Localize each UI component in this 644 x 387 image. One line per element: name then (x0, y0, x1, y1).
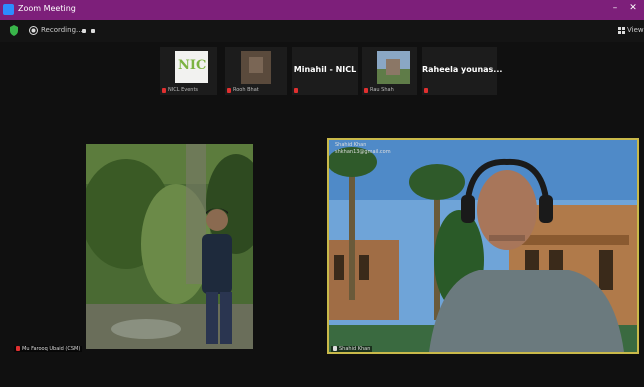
close-icon[interactable]: ✕ (626, 3, 640, 13)
participant-name: Shahid Khan (339, 346, 371, 352)
record-icon (29, 26, 38, 35)
participant-thumbnail (241, 51, 271, 84)
participant-name: Mu Farooq Ubaid (CSM) (22, 346, 81, 352)
speaker-overlay-email: shkhan13@gmail.com (335, 149, 391, 155)
participant-name: Rooh Bhat (233, 87, 259, 93)
speaker-overlay-name: Shahid Khan (335, 142, 367, 148)
grid-view-icon[interactable] (618, 27, 626, 34)
video-feed-image (329, 140, 637, 352)
zoom-app-icon (3, 4, 14, 15)
meeting-toolbar: Recording... View (0, 20, 644, 42)
mic-muted-icon (424, 88, 428, 93)
stop-recording-icon[interactable] (91, 29, 95, 33)
title-bar: Zoom Meeting – ✕ (0, 0, 644, 20)
mic-icon (333, 346, 337, 351)
participant-thumbnail (377, 51, 410, 84)
participant-tile[interactable]: Rooh Bhat (225, 47, 287, 95)
video-feed-image (86, 144, 253, 349)
participant-name: NICL Events (168, 87, 199, 93)
participant-label-left: Mu Farooq Ubaid (CSM) (14, 346, 83, 352)
recording-status[interactable]: Recording... (41, 26, 83, 34)
mic-muted-icon (364, 88, 368, 93)
view-button[interactable]: View (627, 26, 644, 34)
mic-muted-icon (294, 88, 298, 93)
participant-tile[interactable]: NIC NICL Events (160, 47, 217, 95)
participant-label-right: Shahid Khan (331, 346, 373, 352)
participant-video-left[interactable] (86, 144, 253, 349)
participant-tile[interactable]: Rau Shah (362, 47, 417, 95)
participant-name: Raheela younas... (422, 65, 503, 74)
mic-muted-icon (227, 88, 231, 93)
participant-tile[interactable]: Raheela younas... (422, 47, 503, 95)
window-title: Zoom Meeting (18, 4, 76, 13)
participant-thumbnail: NIC (175, 51, 208, 83)
pause-recording-icon[interactable] (82, 29, 86, 33)
participant-name: Rau Shah (370, 87, 394, 93)
minimize-icon[interactable]: – (608, 3, 622, 13)
shield-icon[interactable] (10, 25, 18, 36)
participant-tile[interactable]: Minahil - NICL (292, 47, 358, 95)
mic-muted-icon (162, 88, 166, 93)
mic-muted-icon (16, 346, 20, 351)
active-speaker-video[interactable]: Shahid Khan shkhan13@gmail.com (327, 138, 639, 354)
participant-name: Minahil - NICL (293, 65, 357, 74)
